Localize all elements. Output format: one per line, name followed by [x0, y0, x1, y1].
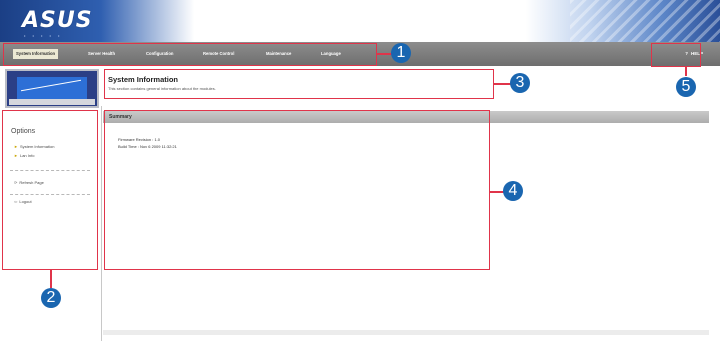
callout-box-2 [2, 110, 98, 270]
banner-graphic [570, 0, 720, 42]
callout-badge-5: 5 [676, 77, 696, 97]
callout-badge-4: 4 [503, 181, 523, 201]
callout-box-1 [3, 43, 377, 66]
callout-leader-2 [50, 270, 52, 288]
callout-badge-3: 3 [510, 73, 530, 93]
sidebar-divider [101, 106, 102, 341]
callout-badge-1: 1 [391, 43, 411, 63]
callout-box-3 [104, 69, 494, 99]
asus-logo: ASUS [22, 8, 93, 33]
callout-leader-1 [377, 53, 392, 55]
logo-dots: • • • • • [24, 33, 63, 38]
callout-leader-3 [494, 83, 511, 85]
callout-leader-5 [685, 67, 687, 76]
callout-box-5 [651, 43, 701, 67]
callout-badge-2: 2 [41, 288, 61, 308]
callout-box-4 [104, 110, 490, 270]
app-window: ASUS • • • • • System Information Server… [0, 0, 720, 341]
monitor-base [9, 99, 95, 105]
callout-leader-4 [490, 191, 504, 193]
server-thumbnail [5, 69, 99, 108]
content-footer [103, 330, 709, 335]
top-banner: ASUS • • • • • [0, 0, 720, 42]
